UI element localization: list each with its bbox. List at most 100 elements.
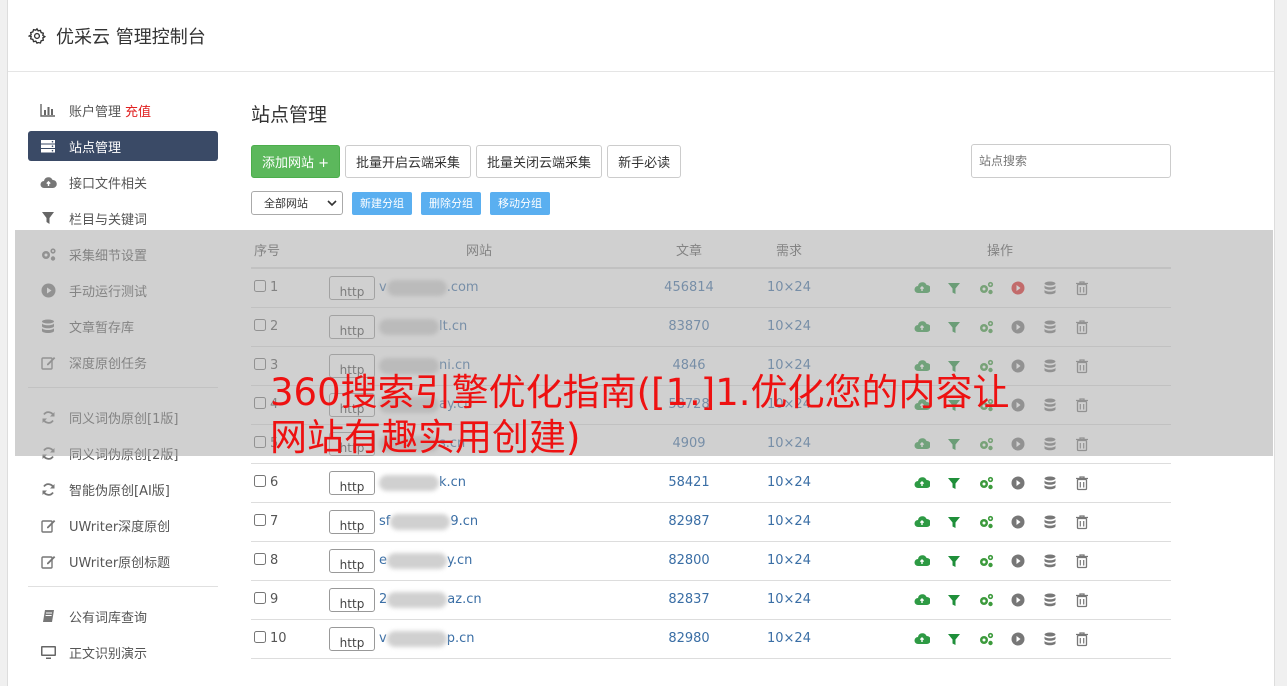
row-demand[interactable]: 10×24 (749, 580, 829, 620)
filter-op-icon[interactable] (946, 475, 962, 491)
sidebar-item-book[interactable]: 公有词库查询 (28, 601, 218, 631)
database-op-icon[interactable] (1042, 514, 1058, 530)
row-article-count[interactable]: 82800 (629, 541, 749, 581)
sidebar-item-edit[interactable]: UWriter原创标题 (28, 546, 218, 576)
trash-op-icon[interactable] (1074, 553, 1090, 569)
sidebar-item-label: UWriter深度原创 (69, 519, 171, 535)
table-row: 6 http k.cn 58421 10×24 (251, 463, 1171, 503)
sidebar-item-monitor[interactable]: 正文识别演示 (28, 637, 218, 667)
cloud-upload-op-icon[interactable] (914, 553, 931, 569)
refresh-icon (39, 481, 57, 497)
add-site-button[interactable]: 添加网站 + (251, 144, 341, 178)
database-op-icon[interactable] (1042, 592, 1058, 608)
row-number-cell: 7 (251, 502, 329, 542)
row-article-count[interactable]: 82837 (629, 580, 749, 620)
cloud-upload-op-icon[interactable] (914, 475, 931, 491)
row-article-count[interactable]: 82980 (629, 619, 749, 659)
trash-op-icon[interactable] (1074, 631, 1090, 647)
recharge-link[interactable]: 充值 (125, 101, 151, 120)
row-site-cell: http 2 az.cn (329, 580, 629, 620)
sidebar-item-filter[interactable]: 栏目与关键词 (28, 203, 218, 233)
row-demand[interactable]: 10×24 (749, 502, 829, 542)
sidebar-item-label: 智能伪原创[AI版] (69, 483, 170, 499)
site-domain-link[interactable]: sf 9.cn (379, 513, 478, 530)
site-search-input[interactable] (971, 144, 1171, 178)
site-domain-link[interactable]: e y.cn (379, 552, 472, 569)
gears-op-icon[interactable] (978, 631, 994, 647)
new-group-button[interactable]: 新建分组 (352, 191, 412, 215)
sidebar-item-cloud-upload[interactable]: 接口文件相关 (28, 167, 218, 197)
filter-op-icon[interactable] (946, 631, 962, 647)
sidebar-item-server[interactable]: 站点管理 (28, 131, 218, 161)
sidebar-item-label: 账户管理 (69, 104, 122, 120)
top-bar: 优采云 管理控制台 (8, 0, 1274, 72)
sidebar-item-label: 公有词库查询 (69, 610, 148, 626)
row-actions (829, 463, 1171, 503)
trash-op-icon[interactable] (1074, 514, 1090, 530)
run-op-icon[interactable] (1010, 475, 1026, 491)
batch-open-cloud-button[interactable]: 批量开启云端采集 (345, 144, 472, 178)
run-op-icon[interactable] (1010, 514, 1026, 530)
table-row: 7 http sf 9.cn 82987 10×24 (251, 502, 1171, 542)
run-op-icon[interactable] (1010, 592, 1026, 608)
row-checkbox[interactable] (254, 553, 266, 565)
row-number-cell: 6 (251, 463, 329, 503)
page-header-title: 优采云 管理控制台 (56, 26, 206, 48)
cloud-upload-icon (39, 174, 57, 190)
sidebar-item-edit[interactable]: UWriter深度原创 (28, 510, 218, 540)
site-domain-link[interactable]: k.cn (379, 474, 467, 491)
sidebar-item-bar-chart[interactable]: 账户管理 充值 (28, 95, 218, 125)
sidebar-divider (28, 586, 218, 587)
row-article-count[interactable]: 58421 (629, 463, 749, 503)
redacted-domain-blur (387, 591, 448, 608)
row-site-cell: http v p.cn (329, 619, 629, 659)
http-badge[interactable]: http (329, 626, 375, 651)
run-op-icon[interactable] (1010, 553, 1026, 569)
database-op-icon[interactable] (1042, 631, 1058, 647)
row-checkbox[interactable] (254, 592, 266, 604)
gears-op-icon[interactable] (978, 514, 994, 530)
filter-op-icon[interactable] (946, 514, 962, 530)
row-article-count[interactable]: 82987 (629, 502, 749, 542)
domain-prefix: sf (379, 514, 391, 529)
delete-group-button[interactable]: 删除分组 (421, 191, 481, 215)
cloud-upload-op-icon[interactable] (914, 514, 931, 530)
domain-prefix: 2 (379, 592, 388, 607)
trash-op-icon[interactable] (1074, 592, 1090, 608)
row-checkbox[interactable] (254, 475, 266, 487)
row-actions (829, 541, 1171, 581)
row-demand[interactable]: 10×24 (749, 541, 829, 581)
run-op-icon[interactable] (1010, 631, 1026, 647)
http-badge[interactable]: http (329, 548, 375, 573)
row-demand[interactable]: 10×24 (749, 619, 829, 659)
trash-op-icon[interactable] (1074, 475, 1090, 491)
database-op-icon[interactable] (1042, 475, 1058, 491)
site-group-select[interactable]: 全部网站 (251, 191, 343, 215)
http-badge[interactable]: http (329, 470, 375, 495)
gears-op-icon[interactable] (978, 475, 994, 491)
site-domain-link[interactable]: v p.cn (379, 630, 474, 647)
beginner-guide-button[interactable]: 新手必读 (607, 144, 682, 178)
domain-suffix: k.cn (439, 475, 467, 490)
move-group-button[interactable]: 移动分组 (490, 191, 550, 215)
gears-op-icon[interactable] (978, 592, 994, 608)
sidebar-item-refresh[interactable]: 智能伪原创[AI版] (28, 474, 218, 504)
edit-icon (39, 553, 57, 569)
filter-op-icon[interactable] (946, 592, 962, 608)
row-number-cell: 9 (251, 580, 329, 620)
cloud-upload-op-icon[interactable] (914, 592, 931, 608)
http-badge[interactable]: http (329, 587, 375, 612)
gears-op-icon[interactable] (978, 553, 994, 569)
batch-close-cloud-button[interactable]: 批量关闭云端采集 (476, 144, 603, 178)
cloud-upload-op-icon[interactable] (914, 631, 931, 647)
domain-prefix: e (379, 553, 387, 568)
row-number: 10 (270, 631, 287, 646)
row-checkbox[interactable] (254, 514, 266, 526)
row-checkbox[interactable] (254, 631, 266, 643)
sidebar-item-label: 站点管理 (69, 140, 122, 156)
site-domain-link[interactable]: 2 az.cn (379, 591, 482, 608)
http-badge[interactable]: http (329, 509, 375, 534)
filter-op-icon[interactable] (946, 553, 962, 569)
database-op-icon[interactable] (1042, 553, 1058, 569)
row-demand[interactable]: 10×24 (749, 463, 829, 503)
